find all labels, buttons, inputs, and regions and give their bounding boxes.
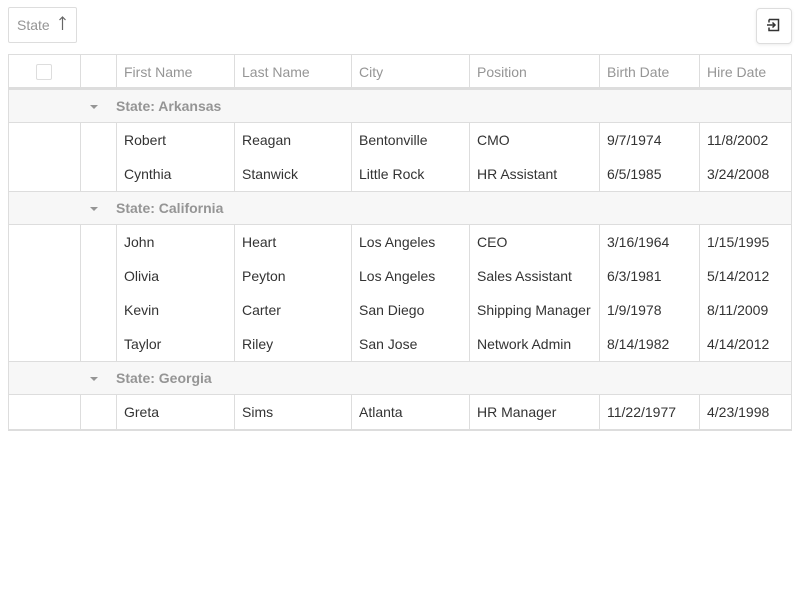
cell-first-name: Taylor [116, 327, 234, 361]
expand-cell [80, 225, 116, 259]
cell-last-name: Peyton [234, 259, 351, 293]
cell-position: HR Assistant [469, 157, 599, 191]
table-row[interactable]: Greta Sims Atlanta HR Manager 11/22/1977 4/23… [9, 395, 791, 429]
table-row[interactable]: Kevin Carter San Diego Shipping Manager 1/9/… [9, 293, 791, 327]
cell-city: Little Rock [351, 157, 469, 191]
header-row: First Name Last Name City Position Birth… [9, 55, 791, 89]
cell-city: San Diego [351, 293, 469, 327]
cell-birth-date: 11/22/1977 [599, 395, 699, 429]
table-row[interactable]: Robert Reagan Bentonville CMO 9/7/1974 11/8/2… [9, 123, 791, 157]
group-title: State: California [116, 200, 224, 216]
cell-position: CEO [469, 225, 599, 259]
cell-birth-date: 9/7/1974 [599, 123, 699, 157]
cell-city: San Jose [351, 327, 469, 361]
cell-city: Atlanta [351, 395, 469, 429]
cell-position: HR Manager [469, 395, 599, 429]
table-row[interactable]: Taylor Riley San Jose Network Admin 8/14/198… [9, 327, 791, 361]
cell-hire-date: 4/14/2012 [699, 327, 791, 361]
select-all-cell [9, 55, 80, 89]
cell-hire-date: 4/23/1998 [699, 395, 791, 429]
cell-position: Sales Assistant [469, 259, 599, 293]
expand-column-header [80, 55, 116, 89]
expand-cell [80, 293, 116, 327]
cell-birth-date: 6/5/1985 [599, 157, 699, 191]
cell-hire-date: 1/15/1995 [699, 225, 791, 259]
column-header-position[interactable]: Position [469, 55, 599, 89]
cell-hire-date: 8/11/2009 [699, 293, 791, 327]
cell-birth-date: 6/3/1981 [599, 259, 699, 293]
cell-position: CMO [469, 123, 599, 157]
expand-cell [80, 327, 116, 361]
caret-down-icon[interactable] [87, 362, 101, 396]
cell-first-name: Cynthia [116, 157, 234, 191]
table-row[interactable]: John Heart Los Angeles CEO 3/16/1964 1/15/199… [9, 225, 791, 259]
cell-first-name: Greta [116, 395, 234, 429]
cell-city: Los Angeles [351, 225, 469, 259]
group-chip-label: State [17, 17, 50, 33]
select-all-checkbox[interactable] [36, 64, 52, 80]
select-cell [9, 225, 80, 259]
cell-birth-date: 1/9/1978 [599, 293, 699, 327]
group-panel-chip-state[interactable]: State [8, 7, 77, 43]
select-cell [9, 293, 80, 327]
select-cell [9, 259, 80, 293]
cell-last-name: Reagan [234, 123, 351, 157]
cell-first-name: Olivia [116, 259, 234, 293]
cell-position: Shipping Manager [469, 293, 599, 327]
table-row[interactable]: Cynthia Stanwick Little Rock HR Assistant 6/… [9, 157, 791, 191]
column-header-first-name[interactable]: First Name [116, 55, 234, 89]
data-grid: First Name Last Name City Position Birth… [8, 54, 792, 431]
group-row[interactable]: State: California [9, 191, 791, 225]
group-row[interactable]: State: Georgia [9, 361, 791, 395]
cell-birth-date: 3/16/1964 [599, 225, 699, 259]
cell-birth-date: 8/14/1982 [599, 327, 699, 361]
cell-city: Los Angeles [351, 259, 469, 293]
group-title: State: Arkansas [116, 98, 222, 114]
caret-down-icon[interactable] [87, 90, 101, 124]
cell-last-name: Heart [234, 225, 351, 259]
cell-first-name: Kevin [116, 293, 234, 327]
cell-last-name: Sims [234, 395, 351, 429]
cell-hire-date: 5/14/2012 [699, 259, 791, 293]
select-cell [9, 123, 80, 157]
expand-cell [80, 123, 116, 157]
group-title: State: Georgia [116, 370, 212, 386]
arrow-up-icon [58, 15, 67, 31]
group-row[interactable]: State: Arkansas [9, 89, 791, 123]
cell-last-name: Riley [234, 327, 351, 361]
column-header-birth-date[interactable]: Birth Date [599, 55, 699, 89]
export-icon [766, 17, 782, 36]
caret-down-icon[interactable] [87, 192, 101, 226]
select-cell [9, 395, 80, 429]
select-cell [9, 157, 80, 191]
column-header-city[interactable]: City [351, 55, 469, 89]
cell-hire-date: 3/24/2008 [699, 157, 791, 191]
expand-cell [80, 395, 116, 429]
cell-first-name: Robert [116, 123, 234, 157]
column-header-hire-date[interactable]: Hire Date [699, 55, 791, 89]
cell-hire-date: 11/8/2002 [699, 123, 791, 157]
cell-first-name: John [116, 225, 234, 259]
select-cell [9, 327, 80, 361]
cell-last-name: Carter [234, 293, 351, 327]
table-row[interactable]: Olivia Peyton Los Angeles Sales Assistant 6/… [9, 259, 791, 293]
expand-cell [80, 157, 116, 191]
column-header-last-name[interactable]: Last Name [234, 55, 351, 89]
cell-city: Bentonville [351, 123, 469, 157]
expand-cell [80, 259, 116, 293]
cell-position: Network Admin [469, 327, 599, 361]
export-button[interactable] [756, 8, 792, 44]
cell-last-name: Stanwick [234, 157, 351, 191]
